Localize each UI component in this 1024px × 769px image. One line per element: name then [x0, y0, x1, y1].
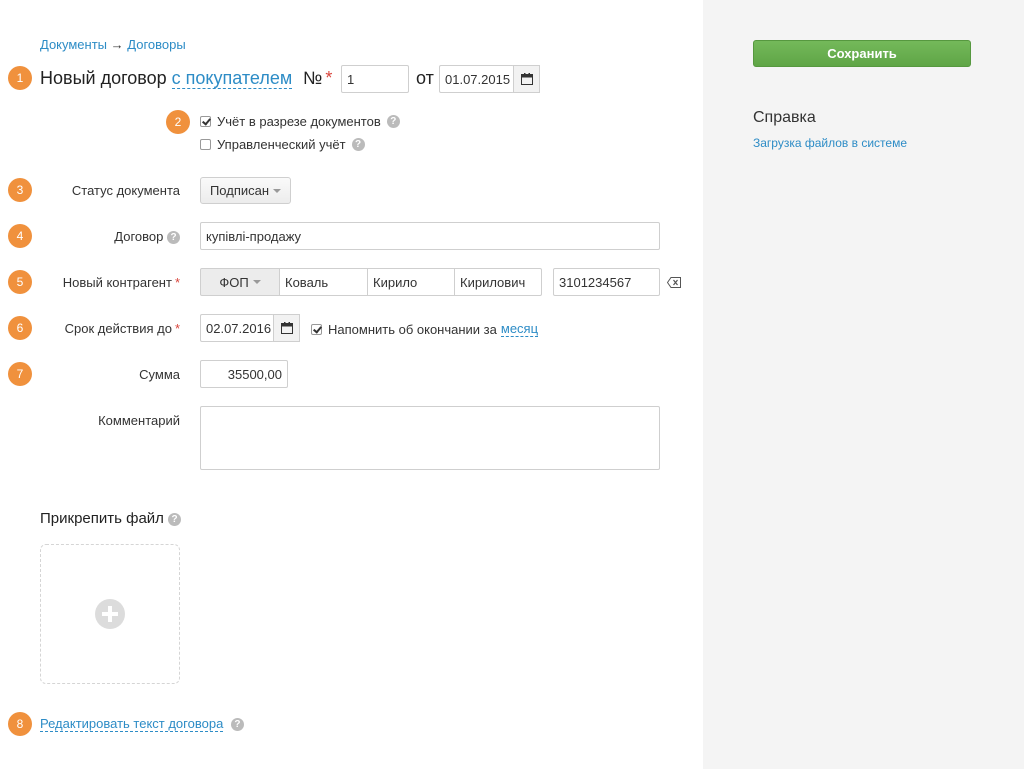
- edit-contract-text-link[interactable]: Редактировать текст договора: [40, 716, 224, 732]
- file-dropzone[interactable]: [40, 544, 180, 684]
- remind-period-link[interactable]: месяц: [500, 321, 539, 337]
- calendar-icon: [280, 322, 293, 334]
- comment-textarea[interactable]: [200, 406, 660, 470]
- counterparty-type-dropdown[interactable]: ФОП: [200, 268, 280, 296]
- help-icon[interactable]: ?: [167, 231, 180, 245]
- step-badge-8: 8: [8, 712, 32, 736]
- contract-label: Договор ?: [10, 229, 180, 245]
- contract-input[interactable]: купівлі-продажу: [200, 222, 660, 250]
- comment-label: Комментарий: [98, 413, 180, 428]
- title-prefix: Новый договор: [40, 68, 167, 88]
- chevron-down-icon: [252, 280, 261, 284]
- contract-type-link[interactable]: с покупателем: [171, 68, 293, 89]
- breadcrumb: Документы → Договоры: [40, 37, 186, 52]
- breadcrumb-contracts[interactable]: Договоры: [127, 37, 185, 52]
- status-value: Подписан: [209, 183, 270, 198]
- help-title: Справка: [753, 109, 816, 126]
- chevron-down-icon: [273, 188, 282, 193]
- remind-row[interactable]: Напомнить об окончании за месяц: [311, 321, 539, 337]
- help-icon[interactable]: ?: [351, 138, 365, 151]
- validity-label: Срок действия до *: [64, 321, 180, 336]
- attach-label: Прикрепить файл ?: [40, 510, 182, 527]
- by-documents-checkbox[interactable]: [200, 116, 211, 127]
- save-button[interactable]: Сохранить: [753, 40, 971, 67]
- counterparty-type-value: ФОП: [219, 274, 249, 290]
- calendar-icon: [520, 73, 533, 85]
- step-badge-1: 1: [8, 66, 32, 90]
- remind-label: Напомнить об окончании за: [328, 321, 497, 337]
- patronymic-input[interactable]: Кирилович: [454, 268, 542, 296]
- management-row[interactable]: Управленческий учёт ?: [200, 137, 365, 152]
- backspace-icon: [666, 277, 681, 288]
- breadcrumb-documents[interactable]: Документы: [40, 37, 107, 52]
- help-icon[interactable]: ?: [230, 718, 244, 732]
- amount-label: Сумма: [139, 367, 180, 382]
- remind-checkbox[interactable]: [311, 323, 322, 335]
- step-badge-2: 2: [166, 110, 190, 134]
- number-sign: № *: [303, 68, 333, 88]
- validity-date-input[interactable]: 02.07.2016: [200, 314, 274, 342]
- help-link-file-upload[interactable]: Загрузка файлов в системе: [753, 136, 907, 150]
- document-date-input[interactable]: 01.07.2015: [439, 65, 514, 93]
- number-input[interactable]: 1: [341, 65, 409, 93]
- help-icon[interactable]: ?: [168, 512, 182, 526]
- tax-code-input[interactable]: 3101234567: [553, 268, 660, 296]
- status-label: Статус документа: [71, 183, 180, 198]
- management-checkbox[interactable]: [200, 139, 211, 150]
- validity-calendar-button[interactable]: [273, 314, 300, 342]
- clear-counterparty-button[interactable]: [666, 276, 681, 291]
- amount-input[interactable]: 35500,00: [200, 360, 288, 388]
- last-name-input[interactable]: Коваль: [279, 268, 368, 296]
- breadcrumb-arrow: →: [110, 37, 124, 52]
- date-from-label: от: [416, 68, 434, 88]
- status-dropdown[interactable]: Подписан: [200, 177, 291, 204]
- help-icon[interactable]: ?: [386, 115, 400, 128]
- by-documents-label: Учёт в разрезе документов: [217, 114, 381, 129]
- by-documents-row[interactable]: Учёт в разрезе документов ?: [200, 114, 400, 129]
- first-name-input[interactable]: Кирило: [367, 268, 455, 296]
- edit-text-row: Редактировать текст договора ?: [40, 716, 244, 732]
- document-date-calendar-button[interactable]: [513, 65, 540, 93]
- counterparty-label: Новый контрагент *: [62, 275, 180, 290]
- management-label: Управленческий учёт: [217, 137, 346, 152]
- page-title: Новый договор с покупателем: [40, 66, 293, 90]
- plus-circle-icon[interactable]: [94, 598, 126, 630]
- sidebar: Сохранить Справка Загрузка файлов в сист…: [703, 0, 1024, 769]
